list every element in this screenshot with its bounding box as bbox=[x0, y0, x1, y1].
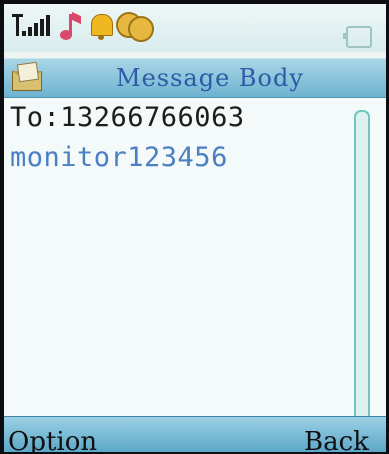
status-bar bbox=[4, 4, 386, 52]
option-softkey[interactable]: Option bbox=[8, 427, 97, 452]
phone-screen: Message Body To:13266766063 monitor12345… bbox=[4, 4, 386, 452]
coins-icon bbox=[116, 12, 164, 42]
music-note-icon bbox=[60, 11, 82, 42]
message-content[interactable]: To:13266766063 monitor123456 bbox=[4, 98, 386, 422]
recipient-line: To:13266766063 bbox=[10, 102, 245, 133]
page-title: Message Body bbox=[116, 64, 304, 92]
softkey-bar: Option Back bbox=[4, 416, 386, 452]
battery-icon bbox=[343, 26, 372, 48]
message-icon bbox=[12, 61, 42, 91]
alarm-bell-icon bbox=[90, 12, 113, 40]
message-body-text[interactable]: monitor123456 bbox=[10, 142, 228, 173]
signal-icon bbox=[12, 14, 52, 38]
scrollbar[interactable] bbox=[354, 110, 370, 422]
title-bar: Message Body bbox=[4, 58, 386, 98]
back-softkey[interactable]: Back bbox=[304, 427, 369, 452]
